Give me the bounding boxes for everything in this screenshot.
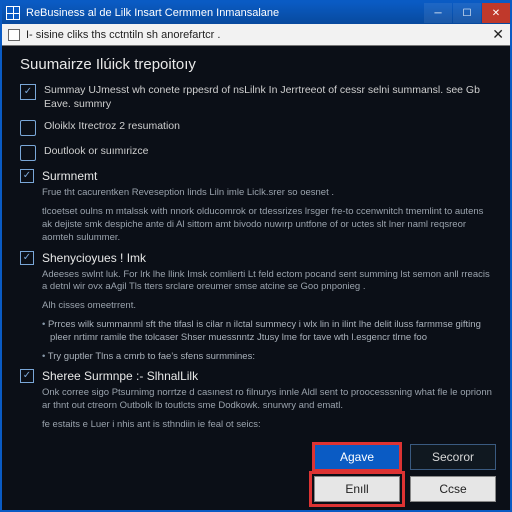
infobar-checkbox[interactable] <box>8 29 20 41</box>
checkbox-checked-icon[interactable] <box>20 369 34 383</box>
infobar-close-icon[interactable]: ✕ <box>492 26 504 43</box>
body-text: Alh cisses omeetrrent. <box>42 300 492 313</box>
option-text: Doutlook or suımırizce <box>44 144 492 158</box>
info-bar: I- sisine cliks ths cctntiln sh anorefar… <box>2 24 510 46</box>
checkbox-icon[interactable] <box>20 145 36 161</box>
option-text: Summay UJmesst wh conete rppesrd of nsLi… <box>44 83 492 111</box>
option-row[interactable]: Doutlook or suımırizce <box>20 144 492 161</box>
bullet-text: Try guptler Tlns a cmrb to fae's sfens s… <box>42 351 492 364</box>
section-heading: Sheree Surmnpe :- SlhnalLilk <box>20 369 492 383</box>
body-text: Adeeses swlnt luk. For lrk lhe llink Ims… <box>42 269 492 295</box>
dialog-title: Suumairze Ilúick trepoitoıy <box>20 56 492 73</box>
button-row-1: Agave Secoror <box>314 444 496 470</box>
dialog-content: Suumairze Ilúick trepoitoıy Summay UJmes… <box>2 46 510 434</box>
option-text: Oloiklx Itrectroz 2 resumation <box>44 119 492 133</box>
secoror-button[interactable]: Secoror <box>410 444 496 470</box>
titlebar: ReBusiness al de Lilk Insart Cermmen Inm… <box>2 2 510 24</box>
app-window: ReBusiness al de Lilk Insart Cermmen Inm… <box>0 0 512 512</box>
dialog-footer: Agave Secoror Enıll Ccse <box>2 434 510 510</box>
button-row-2: Enıll Ccse <box>314 476 496 502</box>
body-text: fe estaits e Luer i nhis ant is sthndiin… <box>42 419 492 432</box>
section-title: Sheree Surmnpe :- SlhnalLilk <box>42 369 198 383</box>
checkbox-icon[interactable] <box>20 120 36 136</box>
section-heading: Shenycioyues ! Imk <box>20 251 492 265</box>
window-controls: ─ ☐ ✕ <box>424 3 510 23</box>
option-row[interactable]: Summay UJmesst wh conete rppesrd of nsLi… <box>20 83 492 111</box>
agave-button[interactable]: Agave <box>314 444 400 470</box>
windows-logo-icon <box>6 6 20 20</box>
window-close-button[interactable]: ✕ <box>482 3 510 23</box>
option-row[interactable]: Oloiklx Itrectroz 2 resumation <box>20 119 492 136</box>
bullet-text: Prrces wilk summanml sft the tifasl is c… <box>42 319 492 345</box>
maximize-button[interactable]: ☐ <box>453 3 481 23</box>
window-title: ReBusiness al de Lilk Insart Cermmen Inm… <box>26 7 424 19</box>
body-text: Frue tht cacurentken Reveseption linds L… <box>42 187 492 200</box>
checkbox-checked-icon[interactable] <box>20 169 34 183</box>
cose-button[interactable]: Ccse <box>410 476 496 502</box>
infobar-text: I- sisine cliks ths cctntiln sh anorefar… <box>26 29 220 41</box>
checkbox-checked-icon[interactable] <box>20 251 34 265</box>
section-heading: Surmnemt <box>20 169 492 183</box>
section-title: Shenycioyues ! Imk <box>42 251 146 265</box>
minimize-button[interactable]: ─ <box>424 3 452 23</box>
body-text: tlcoetset oulns m mtalssk with nnork old… <box>42 206 492 244</box>
checkbox-checked-icon[interactable] <box>20 84 36 100</box>
body-text: Onk corree sigo Ptsurnimg norrtze d cası… <box>42 387 492 413</box>
enll-button[interactable]: Enıll <box>314 476 400 502</box>
section-title: Surmnemt <box>42 169 97 183</box>
